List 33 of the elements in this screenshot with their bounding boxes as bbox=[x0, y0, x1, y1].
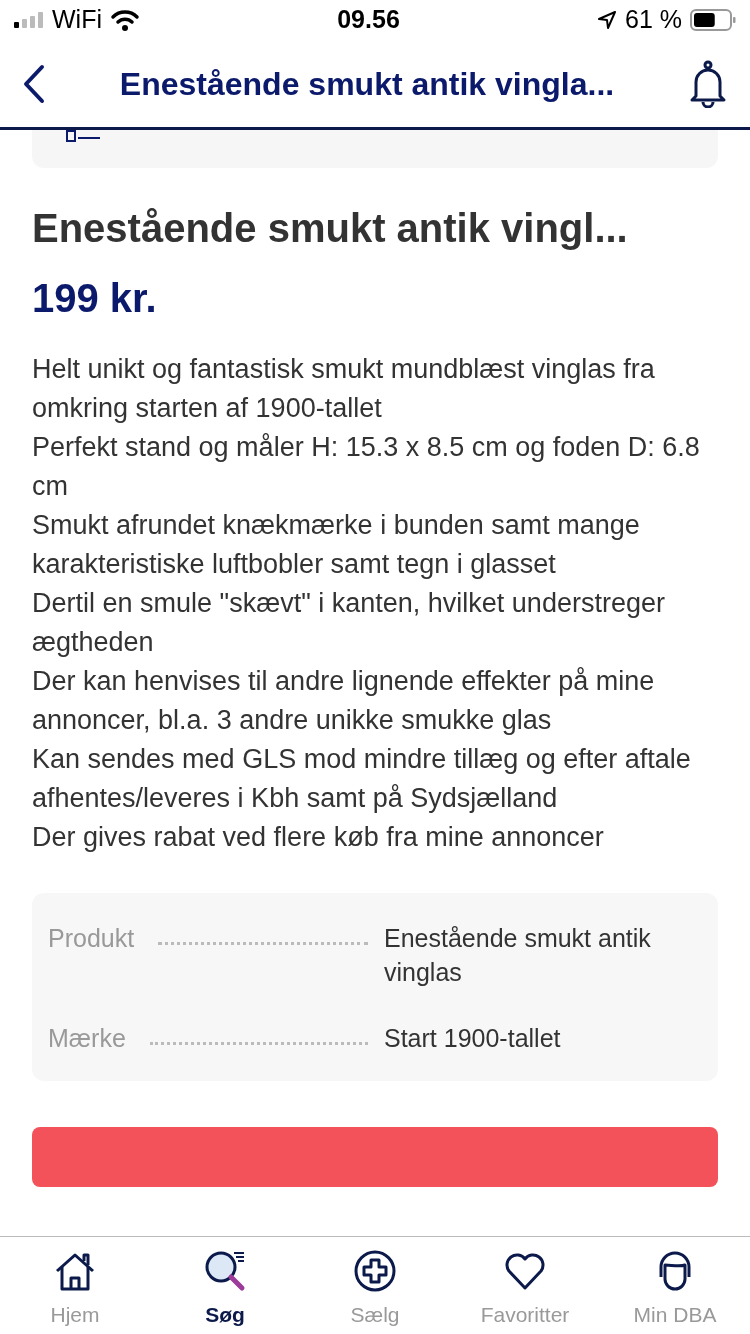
plus-circle-icon bbox=[353, 1249, 397, 1293]
description-text: Kan sendes med GLS mod mindre tillæg og efter aftale afhentes/leveres i Kbh samt på Sydsjælland bbox=[32, 743, 692, 815]
notification-bell-button[interactable] bbox=[688, 59, 728, 108]
description-text: Helt unikt og fantastisk smukt mundblæst vinglas fra omkring starten af 1900-tallet bbox=[32, 353, 656, 425]
listing-price: 199 kr. bbox=[32, 275, 158, 322]
spec-value: Start 1900-tallet bbox=[384, 1023, 562, 1054]
status-time: 09.56 bbox=[337, 4, 400, 36]
search-icon bbox=[203, 1249, 247, 1293]
back-button[interactable] bbox=[22, 63, 46, 104]
wifi-icon bbox=[110, 9, 140, 31]
description-text: Der kan henvises til andre lignende effekter på mine annoncer, bl.a. 3 andre unikke smukke glas bbox=[32, 665, 656, 737]
signal-icon bbox=[14, 12, 44, 28]
tab-item[interactable]: Favoritter bbox=[450, 1237, 600, 1334]
spec-label: Produkt bbox=[48, 923, 135, 954]
battery-icon bbox=[690, 9, 736, 31]
tab-item[interactable]: Søg bbox=[150, 1237, 300, 1334]
description-text: Dertil en smule "skævt" i kanten, hvilket understreger ægtheden bbox=[32, 587, 666, 659]
tab-item[interactable]: Min DBA bbox=[600, 1237, 750, 1334]
description-text: Perfekt stand og måler H: 15.3 x 8.5 cm og foden D: 6.8 cm bbox=[32, 431, 701, 503]
spec-label: Mærke bbox=[48, 1023, 126, 1054]
battery-percent: 61 % bbox=[625, 4, 682, 36]
header-title: Enestående smukt antik vingla... bbox=[119, 64, 615, 104]
bell-icon bbox=[688, 59, 728, 108]
list-icon bbox=[66, 130, 102, 144]
spec-value: Enestående smukt antik vinglas bbox=[384, 923, 652, 988]
listing-title: Enestående smukt antik vingl... bbox=[32, 205, 629, 252]
location-arrow-icon bbox=[597, 10, 617, 30]
carrier-name: WiFi bbox=[52, 4, 102, 36]
tab-item[interactable]: Sælg bbox=[300, 1237, 450, 1334]
description-text: Smukt afrundet knækmærke i bunden samt mange karakteristiske luftbobler samt tegn i glasset bbox=[32, 509, 641, 581]
description-text: Der gives rabat ved flere køb fra mine annoncer bbox=[32, 821, 605, 854]
back-chevron-icon bbox=[22, 63, 46, 104]
tab-item[interactable]: Hjem bbox=[0, 1237, 150, 1334]
